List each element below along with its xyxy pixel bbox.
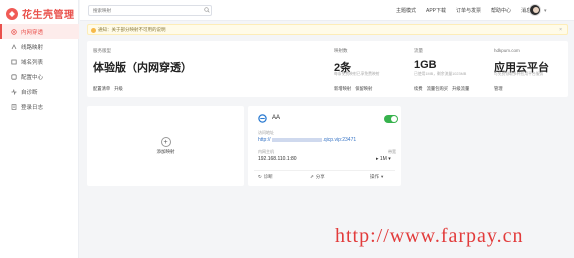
traffic-actions: 续费 流量包购买 升级流量 bbox=[414, 86, 469, 92]
mapping-card: AA 访问地址 http:// .qicp.vip:23471 内网主机 192.… bbox=[248, 106, 401, 186]
mapping-toggle[interactable] bbox=[384, 115, 398, 123]
notice-text[interactable]: 通知：关于部分映射不可用的说明 bbox=[98, 27, 166, 33]
mappings-actions: 新增映射 保留映射 bbox=[334, 86, 372, 92]
sidebar-item-login-log[interactable]: 登录日志 bbox=[0, 99, 79, 114]
platform-account: hdkpum.com bbox=[494, 48, 520, 53]
theme-mode-link[interactable]: 主题模式 bbox=[396, 7, 416, 14]
watermark-text: http://www.farpay.cn bbox=[335, 225, 524, 247]
chevron-down-icon[interactable]: ▾ bbox=[544, 8, 547, 14]
web-ie-icon bbox=[258, 114, 267, 123]
sidebar-item-route[interactable]: 线路映射 bbox=[0, 39, 79, 54]
platform-actions: 管理 bbox=[494, 86, 503, 92]
log-icon bbox=[11, 103, 17, 110]
traffic-label: 流量 bbox=[414, 48, 423, 53]
access-label: 访问地址 bbox=[258, 130, 274, 135]
peanut-logo-icon bbox=[6, 7, 18, 20]
diagnose-icon bbox=[11, 88, 17, 95]
sidebar-item-label: 内网穿透 bbox=[21, 29, 44, 36]
sidebar-item-label: 线路映射 bbox=[21, 44, 44, 51]
warning-icon bbox=[91, 28, 96, 33]
mappings-desc: 每条免费映射已享免费映射 bbox=[334, 72, 380, 76]
sidebar-item-domains[interactable]: 域名列表 bbox=[0, 54, 79, 69]
mapping-name: AA bbox=[272, 115, 281, 121]
operate-label: 操作 bbox=[370, 174, 379, 179]
share-icon: ⇗ bbox=[310, 174, 314, 179]
url-prefix: http:// bbox=[258, 137, 271, 143]
plus-icon[interactable]: + bbox=[160, 137, 171, 147]
bandwidth-value[interactable]: ▸ 1M ▾ bbox=[376, 156, 391, 162]
platform-desc: 可免费领取多种应用平台服务 bbox=[494, 72, 544, 76]
url-suffix: .qicp.vip:23471 bbox=[322, 137, 357, 143]
help-center-link[interactable]: 帮助中心 bbox=[491, 7, 511, 14]
overview-card: 服务版型 体验版（内网穿透） 配置清单 升级 映射数 2条 每条免费映射已享免费… bbox=[87, 41, 568, 97]
top-links: 主题模式 APP下载 订单与发票 帮助中心 消息 bbox=[396, 0, 531, 21]
access-url[interactable]: http:// .qicp.vip:23471 bbox=[258, 137, 356, 143]
avatar[interactable] bbox=[529, 4, 541, 16]
notice-bar: 通知：关于部分映射不可用的说明 × bbox=[87, 24, 568, 35]
divider bbox=[254, 170, 395, 171]
sidebar-item-config[interactable]: 配置中心 bbox=[0, 69, 79, 84]
settings-icon bbox=[11, 73, 17, 80]
mapping-area: + 添加映射 AA 访问地址 http:// .qicp.vip:23471 内网… bbox=[87, 106, 569, 186]
diagnose-action[interactable]: ↻ 诊断 bbox=[258, 174, 273, 180]
keep-mapping-link[interactable]: 保留映射 bbox=[355, 86, 372, 92]
bandwidth-label: 带宽 bbox=[388, 149, 396, 154]
sidebar-item-label: 自诊断 bbox=[21, 89, 38, 96]
orders-invoice-link[interactable]: 订单与发票 bbox=[456, 7, 481, 14]
masked-domain bbox=[271, 137, 322, 142]
host-value: 192.168.110.1:80 bbox=[258, 156, 297, 162]
sidebar-item-label: 登录日志 bbox=[21, 104, 44, 111]
diagnose-label: 诊断 bbox=[263, 174, 273, 179]
close-icon[interactable]: × bbox=[559, 27, 562, 33]
route-icon bbox=[11, 43, 17, 49]
search-input[interactable] bbox=[88, 5, 212, 16]
chevron-down-icon: ▾ bbox=[381, 174, 384, 179]
version-value: 体验版（内网穿透） bbox=[93, 62, 192, 74]
add-mapping-link[interactable]: 新增映射 bbox=[334, 86, 351, 92]
app-logo[interactable]: 花生壳管理 bbox=[6, 6, 75, 21]
manage-link[interactable]: 管理 bbox=[494, 86, 503, 92]
top-bar: 主题模式 APP下载 订单与发票 帮助中心 消息 ▾ bbox=[80, 0, 574, 21]
version-actions: 配置清单 升级 bbox=[93, 86, 123, 92]
add-mapping-label: 添加映射 bbox=[156, 149, 175, 154]
mappings-label: 映射数 bbox=[334, 48, 348, 53]
bandwidth-text: 1M bbox=[379, 156, 387, 162]
sidebar-item-label: 域名列表 bbox=[21, 59, 44, 66]
version-label: 服务版型 bbox=[93, 48, 111, 53]
host-label: 内网主机 bbox=[258, 149, 274, 154]
sidebar-item-intranet[interactable]: 内网穿透 bbox=[0, 24, 79, 39]
search-icon[interactable] bbox=[204, 7, 210, 13]
renew-link[interactable]: 续费 bbox=[414, 86, 423, 92]
traffic-value: 1GB bbox=[414, 59, 437, 71]
add-mapping-card[interactable]: + 添加映射 bbox=[87, 106, 244, 186]
app-title: 花生壳管理 bbox=[22, 10, 75, 21]
sidebar: 花生壳管理 内网穿透 线路映射 域名列表 配置中心 自诊断 登录日志 bbox=[0, 0, 79, 258]
share-label: 分享 bbox=[315, 174, 325, 179]
config-list-link[interactable]: 配置清单 bbox=[93, 86, 110, 92]
traffic-desc: 已使用1MB，剩余流量1023MB bbox=[414, 72, 467, 76]
upgrade-link[interactable]: 升级 bbox=[114, 86, 123, 92]
upgrade-traffic-link[interactable]: 升级流量 bbox=[452, 86, 469, 92]
share-action[interactable]: ⇗ 分享 bbox=[310, 174, 325, 180]
app-download-link[interactable]: APP下载 bbox=[426, 7, 446, 14]
operate-action[interactable]: 操作 ▾ bbox=[370, 174, 383, 180]
refresh-icon: ↻ bbox=[258, 174, 262, 179]
sidebar-item-label: 配置中心 bbox=[21, 74, 44, 81]
domain-icon bbox=[11, 59, 17, 64]
sidebar-item-diagnose[interactable]: 自诊断 bbox=[0, 84, 79, 99]
sidebar-nav: 内网穿透 线路映射 域名列表 配置中心 自诊断 登录日志 bbox=[0, 24, 79, 114]
buy-traffic-link[interactable]: 流量包购买 bbox=[427, 86, 448, 92]
network-icon bbox=[11, 28, 17, 35]
